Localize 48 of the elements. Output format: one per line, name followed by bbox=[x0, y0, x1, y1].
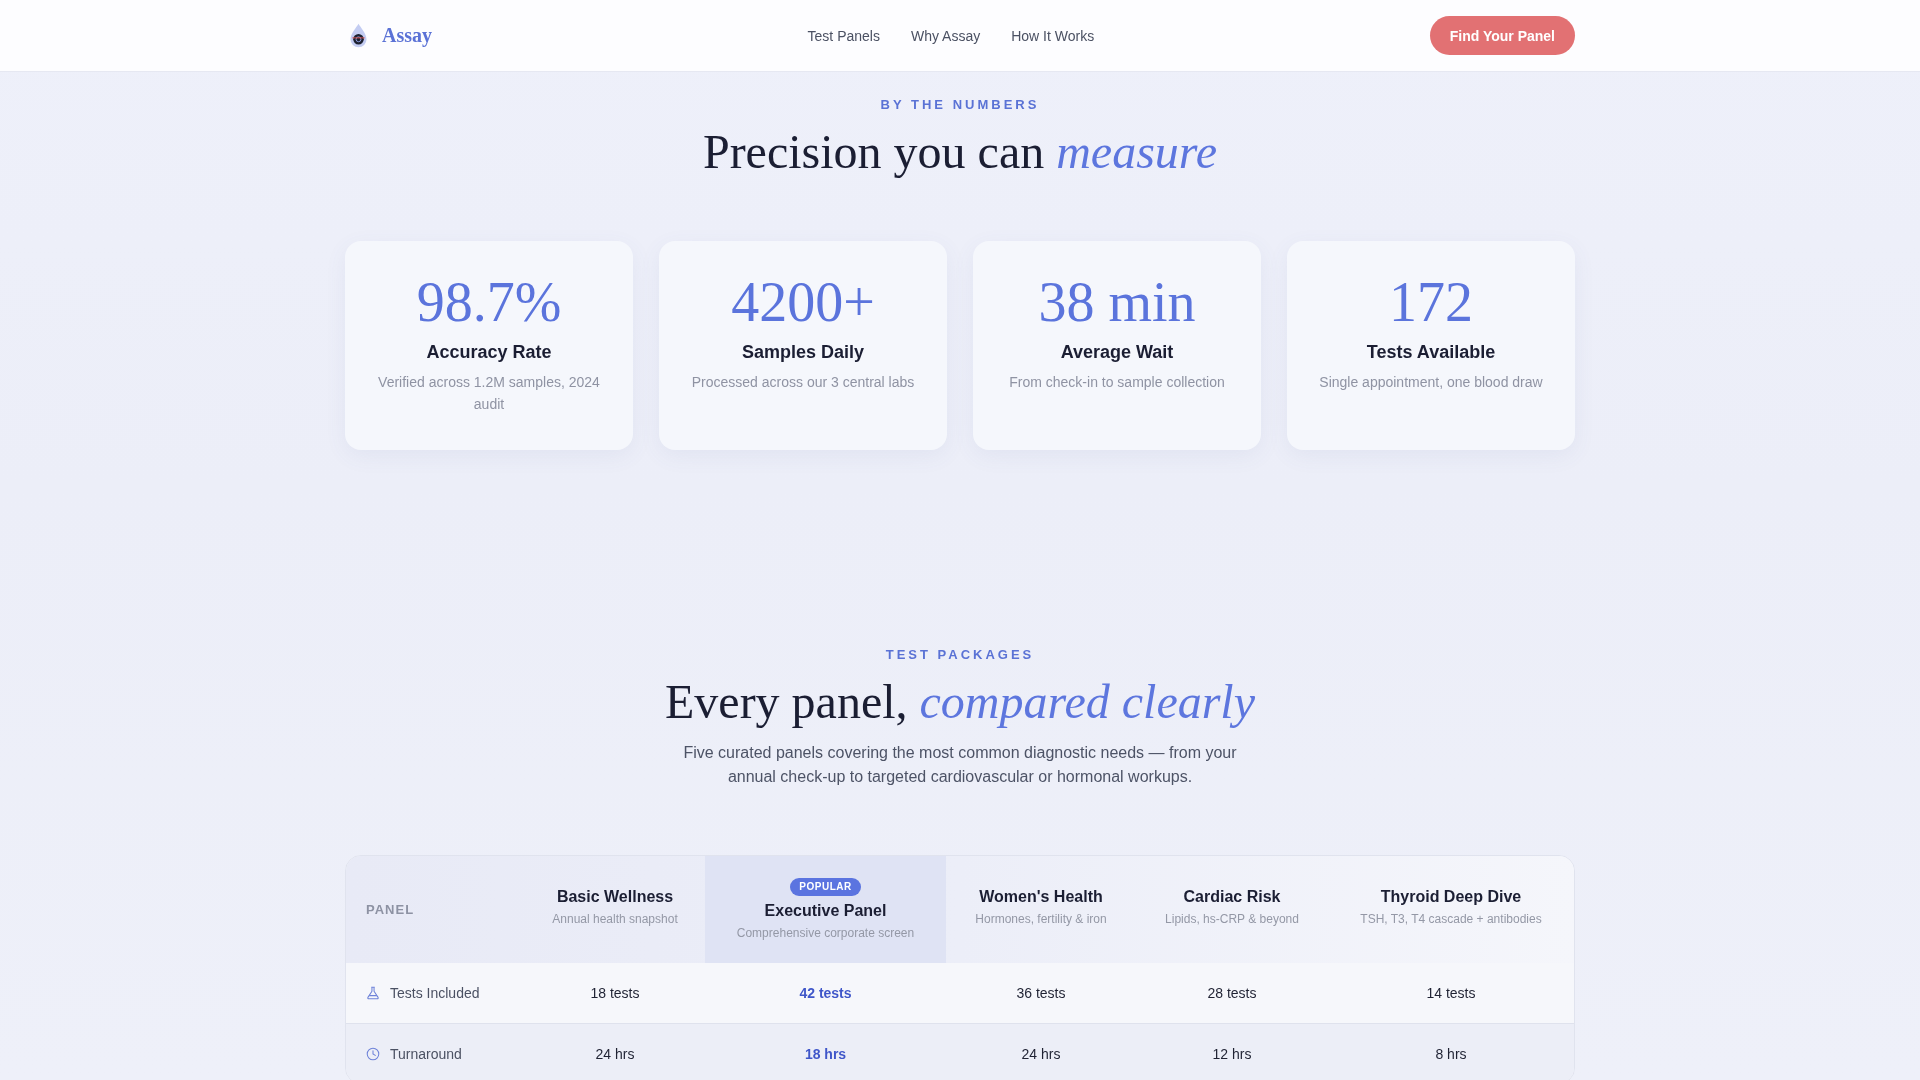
panel-name: Cardiac Risk bbox=[1183, 886, 1281, 907]
nav-link[interactable]: How It Works bbox=[1011, 27, 1095, 44]
section-eyebrow: TEST PACKAGES bbox=[884, 647, 1036, 663]
stat-value: 172 bbox=[1388, 270, 1474, 335]
table-cell: 42 tests bbox=[799, 985, 852, 1001]
table-cell: 24 hrs bbox=[1021, 1045, 1061, 1062]
panel-name: Thyroid Deep Dive bbox=[1380, 886, 1522, 907]
stat-value: 4200+ bbox=[730, 270, 876, 335]
stat-description: Verified across 1.2M samples, 2024 audit bbox=[377, 373, 601, 414]
stat-value: 38 min bbox=[1037, 270, 1197, 335]
table-cell: 18 hrs bbox=[804, 1045, 847, 1062]
stat-value: 98.7% bbox=[415, 270, 563, 335]
panel-subtitle: Lipids, hs-CRP & beyond bbox=[1165, 911, 1299, 927]
table-cell: 14 tests bbox=[1426, 985, 1476, 1001]
stat-label: Tests Available bbox=[1365, 341, 1497, 363]
nav-link[interactable]: Why Assay bbox=[910, 27, 981, 44]
panel-name: Executive Panel bbox=[764, 901, 887, 921]
table-cell: 18 tests bbox=[590, 985, 640, 1001]
panel-subtitle: Annual health snapshot bbox=[552, 911, 678, 927]
row-label: Turnaround bbox=[390, 1045, 462, 1062]
stat-label: Accuracy Rate bbox=[425, 341, 553, 363]
panel-name: Women's Health bbox=[979, 886, 1103, 907]
stat-description: From check-in to sample collection bbox=[1008, 373, 1226, 392]
brand-link[interactable]: Assay bbox=[350, 23, 432, 48]
stat-label: Average Wait bbox=[1059, 341, 1175, 363]
section-eyebrow: BY THE NUMBERS bbox=[879, 97, 1041, 113]
section-heading: Every panel, compared clearly bbox=[664, 674, 1256, 730]
nav-link[interactable]: Test Panels bbox=[807, 27, 880, 44]
section-description: Five curated panels covering the most common diagnostic needs — from your annual check-up to targeted cardiovascular or hormonal workups. bbox=[682, 743, 1238, 787]
table-cell: 8 hrs bbox=[1435, 1045, 1467, 1062]
stat-label: Samples Daily bbox=[740, 341, 866, 363]
table-cell: 24 hrs bbox=[595, 1045, 635, 1062]
panel-subtitle: Comprehensive corporate screen bbox=[736, 926, 915, 941]
section-heading: Precision you can measure bbox=[701, 124, 1219, 180]
flask-icon bbox=[366, 986, 380, 1000]
droplet-icon bbox=[350, 23, 367, 48]
stat-description: Processed across our 3 central labs bbox=[690, 373, 916, 392]
table-cell: 28 tests bbox=[1207, 985, 1257, 1001]
row-label: Tests Included bbox=[390, 985, 480, 1001]
panel-subtitle: Hormones, fertility & iron bbox=[975, 911, 1107, 927]
stat-description: Single appointment, one blood draw bbox=[1318, 373, 1544, 392]
table-cell: 12 hrs bbox=[1212, 1045, 1252, 1062]
panel-subtitle: TSH, T3, T4 cascade + antibodies bbox=[1360, 911, 1542, 927]
panel-name: Basic Wellness bbox=[556, 886, 674, 907]
table-header-label: PANEL bbox=[366, 902, 415, 917]
popular-badge: POPULAR bbox=[790, 878, 861, 896]
clock-icon bbox=[366, 1046, 380, 1061]
table-cell: 36 tests bbox=[1016, 985, 1066, 1001]
